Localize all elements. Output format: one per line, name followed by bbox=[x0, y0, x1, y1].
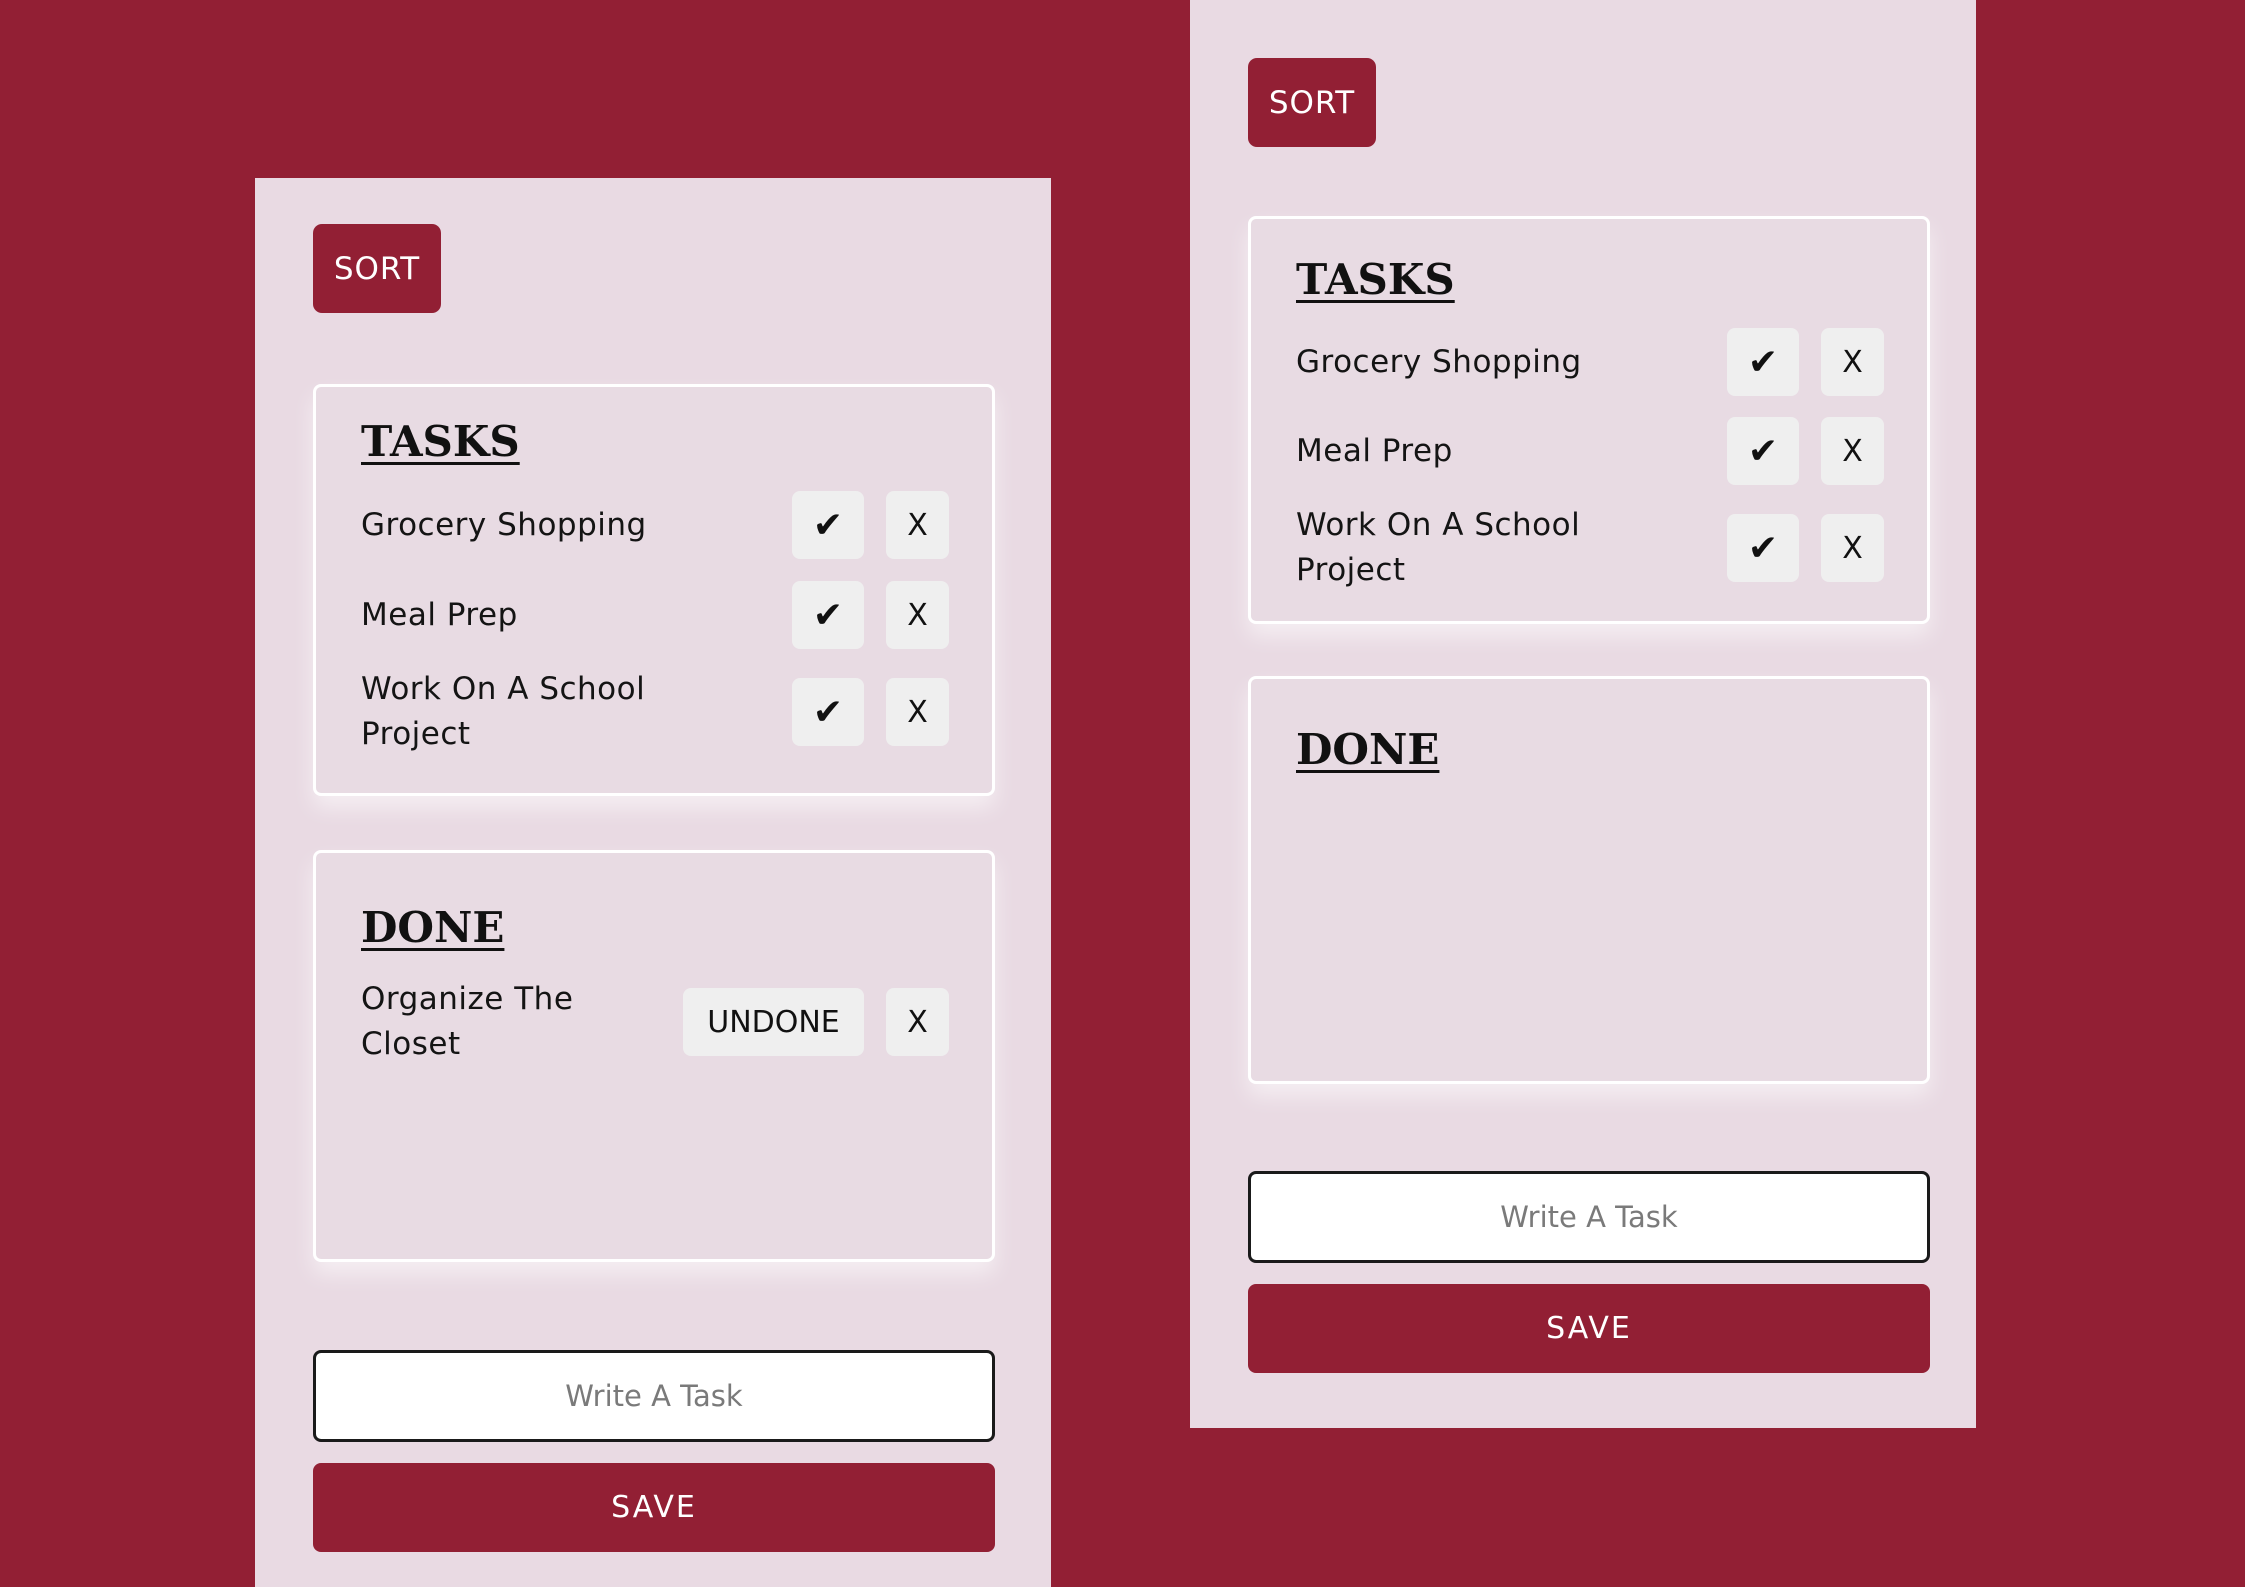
close-icon: X bbox=[907, 597, 928, 633]
tasks-title: TASKS bbox=[1296, 255, 1455, 304]
check-icon: ✔ bbox=[1747, 430, 1779, 472]
save-button[interactable]: SAVE bbox=[313, 1463, 995, 1552]
close-icon: X bbox=[1842, 530, 1863, 566]
tasks-title: TASKS bbox=[361, 417, 520, 466]
delete-button[interactable]: X bbox=[1821, 417, 1884, 485]
tasks-card: TASKS Grocery Shopping ✔ X Meal Prep ✔ X bbox=[313, 384, 995, 796]
done-row: Organize The Closet UNDONE X bbox=[361, 977, 949, 1067]
delete-button[interactable]: X bbox=[886, 581, 949, 649]
task-row: Work On A School Project ✔ X bbox=[361, 667, 949, 757]
task-row: Work On A School Project ✔ X bbox=[1296, 503, 1884, 593]
task-label: Grocery Shopping bbox=[361, 506, 647, 543]
check-icon: ✔ bbox=[1747, 341, 1779, 383]
close-icon: X bbox=[907, 694, 928, 730]
task-input[interactable] bbox=[1248, 1171, 1930, 1263]
task-row: Grocery Shopping ✔ X bbox=[361, 491, 949, 559]
sort-button[interactable]: SORT bbox=[1248, 58, 1376, 147]
done-title: DONE bbox=[1296, 725, 1440, 774]
delete-button[interactable]: X bbox=[1821, 328, 1884, 396]
done-task-label: Organize The Closet bbox=[361, 981, 574, 1062]
check-icon: ✔ bbox=[812, 691, 844, 733]
task-row: Meal Prep ✔ X bbox=[1296, 417, 1884, 485]
task-row: Meal Prep ✔ X bbox=[361, 581, 949, 649]
todo-panel-right: SORT TASKS Grocery Shopping ✔ X Meal Pre… bbox=[1190, 0, 1976, 1428]
task-label: Work On A School Project bbox=[361, 671, 646, 752]
undone-button[interactable]: UNDONE bbox=[683, 988, 864, 1056]
task-label: Work On A School Project bbox=[1296, 507, 1581, 588]
tasks-card: TASKS Grocery Shopping ✔ X Meal Prep ✔ X bbox=[1248, 216, 1930, 624]
check-icon: ✔ bbox=[812, 594, 844, 636]
sort-button[interactable]: SORT bbox=[313, 224, 441, 313]
delete-button[interactable]: X bbox=[886, 678, 949, 746]
close-icon: X bbox=[1842, 433, 1863, 469]
save-button[interactable]: SAVE bbox=[1248, 1284, 1930, 1373]
complete-button[interactable]: ✔ bbox=[1727, 514, 1799, 582]
task-label: Grocery Shopping bbox=[1296, 343, 1582, 380]
complete-button[interactable]: ✔ bbox=[1727, 328, 1799, 396]
check-icon: ✔ bbox=[812, 504, 844, 546]
task-label: Meal Prep bbox=[361, 596, 518, 633]
done-card: DONE Organize The Closet UNDONE X bbox=[313, 850, 995, 1262]
complete-button[interactable]: ✔ bbox=[1727, 417, 1799, 485]
complete-button[interactable]: ✔ bbox=[792, 581, 864, 649]
complete-button[interactable]: ✔ bbox=[792, 491, 864, 559]
close-icon: X bbox=[1842, 344, 1863, 380]
check-icon: ✔ bbox=[1747, 527, 1779, 569]
delete-button[interactable]: X bbox=[886, 988, 949, 1056]
done-card: DONE bbox=[1248, 676, 1930, 1084]
complete-button[interactable]: ✔ bbox=[792, 678, 864, 746]
close-icon: X bbox=[907, 507, 928, 543]
close-icon: X bbox=[907, 1004, 928, 1040]
delete-button[interactable]: X bbox=[1821, 514, 1884, 582]
task-input[interactable] bbox=[313, 1350, 995, 1442]
done-title: DONE bbox=[361, 903, 505, 952]
task-row: Grocery Shopping ✔ X bbox=[1296, 328, 1884, 396]
delete-button[interactable]: X bbox=[886, 491, 949, 559]
task-label: Meal Prep bbox=[1296, 432, 1453, 469]
todo-panel-left: SORT TASKS Grocery Shopping ✔ X Meal Pre… bbox=[255, 178, 1051, 1587]
